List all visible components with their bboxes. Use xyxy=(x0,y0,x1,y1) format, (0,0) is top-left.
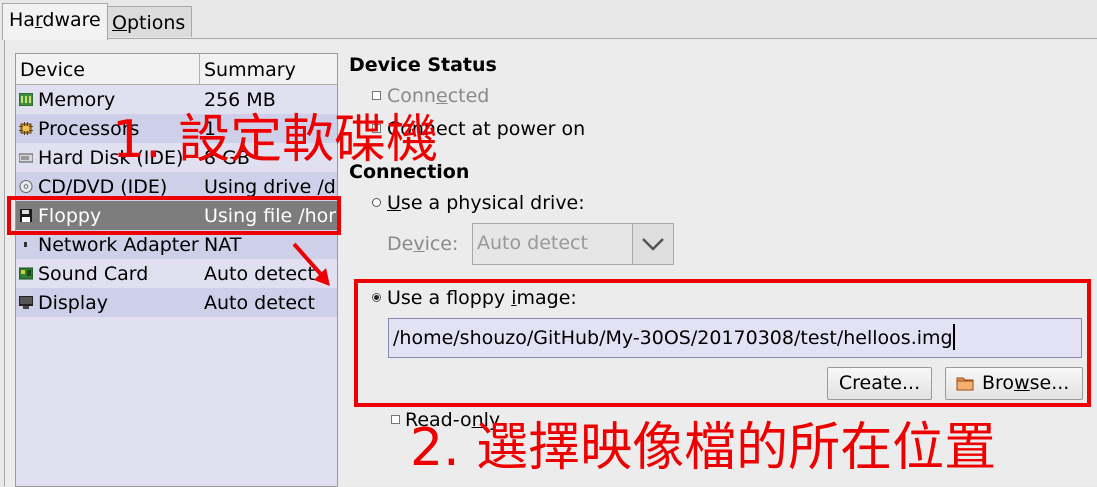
device-name: Sound Card xyxy=(38,263,149,285)
step1-annotation: 1. 設定軟碟機 xyxy=(112,110,439,170)
floppy-image-highlight-box xyxy=(354,279,1091,407)
read-only-checkbox[interactable] xyxy=(391,415,400,424)
device-name: Display xyxy=(38,292,109,314)
device-row-display[interactable]: Display Auto detect xyxy=(16,288,337,317)
arrow-annotation-icon xyxy=(292,242,330,286)
use-physical-drive-label: Use a physical drive: xyxy=(387,192,585,214)
use-physical-drive-radio[interactable] xyxy=(372,198,381,207)
hard-disk-icon xyxy=(19,153,33,163)
device-select-value: Auto detect xyxy=(477,232,588,254)
sound-card-icon xyxy=(19,267,33,280)
connected-label: Connected xyxy=(387,85,490,107)
memory-icon xyxy=(19,93,33,106)
column-header-summary[interactable]: Summary xyxy=(204,56,296,84)
display-icon xyxy=(19,296,33,309)
tab-options[interactable]: Options xyxy=(105,6,193,37)
column-header-device[interactable]: Device xyxy=(20,56,85,84)
device-name: Memory xyxy=(38,89,116,111)
connected-checkbox[interactable] xyxy=(372,91,381,100)
device-row-sound-card[interactable]: Sound Card Auto detect xyxy=(16,259,337,288)
tab-hardware[interactable]: Hardware xyxy=(2,3,108,40)
device-list-header: Device Summary xyxy=(16,54,337,85)
step2-annotation: 2. 選擇映像檔的所在位置 xyxy=(410,418,997,478)
device-label: Device: xyxy=(387,233,459,255)
device-status-heading: Device Status xyxy=(349,54,497,76)
device-select[interactable]: Auto detect xyxy=(472,223,674,265)
dropdown-button[interactable] xyxy=(632,224,673,264)
processor-icon xyxy=(19,122,33,135)
network-icon xyxy=(24,242,27,247)
tab-bar: Hardware Options xyxy=(0,0,1097,40)
device-summary: Auto detect xyxy=(204,292,315,314)
chevron-down-icon xyxy=(642,238,664,251)
floppy-highlight-box xyxy=(7,196,341,235)
cd-icon xyxy=(19,180,33,193)
